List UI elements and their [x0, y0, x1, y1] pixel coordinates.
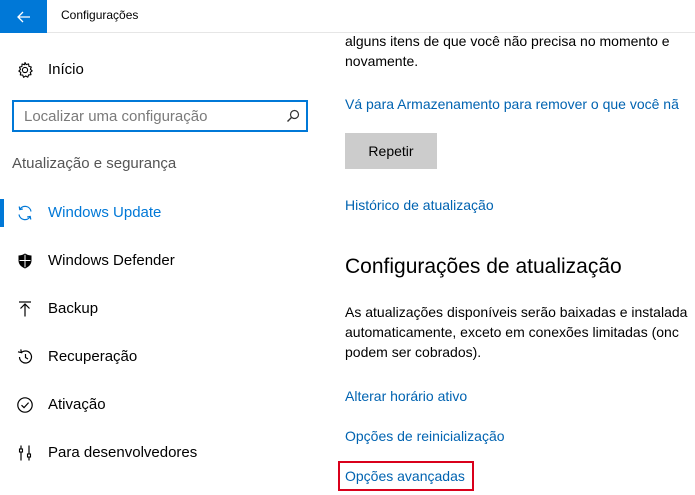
selection-indicator: [0, 199, 4, 227]
change-active-hours-link[interactable]: Alterar horário ativo: [345, 388, 467, 404]
title-bar: Configurações: [0, 0, 695, 33]
sidebar-item-home-label: Início: [48, 61, 84, 78]
sidebar-item-windows-defender[interactable]: Windows Defender: [0, 241, 322, 289]
sidebar-item-label: Backup: [48, 300, 99, 317]
sidebar: Início Atualização e segurança Windows U…: [0, 33, 322, 495]
sidebar-item-label: Recuperação: [48, 348, 138, 365]
sidebar-item-recovery[interactable]: Recuperação: [0, 337, 322, 385]
back-arrow-icon: [16, 11, 30, 22]
search-input[interactable]: [14, 102, 280, 130]
sidebar-nav-list: Windows Update Windows Defender Backup R…: [0, 193, 322, 481]
search-icon[interactable]: [286, 109, 300, 123]
main-content: alguns itens de que você não precisa no …: [322, 33, 695, 495]
intro-text-line: alguns itens de que você não precisa no …: [345, 33, 670, 49]
history-icon: [17, 349, 33, 364]
storage-link[interactable]: Vá para Armazenamento para remover o que…: [345, 96, 679, 112]
gear-icon: [18, 61, 33, 78]
sidebar-item-windows-update[interactable]: Windows Update: [0, 193, 322, 241]
check-circle-icon: [17, 397, 33, 413]
advanced-options-link[interactable]: Opções avançadas: [345, 468, 465, 484]
settings-window: Configurações Início Atualização e segur…: [0, 0, 695, 495]
description-text-line: podem ser cobrados).: [345, 344, 482, 360]
update-history-link[interactable]: Histórico de atualização: [345, 197, 494, 213]
sync-icon: [18, 205, 32, 221]
window-title: Configurações: [61, 8, 139, 22]
sidebar-item-backup[interactable]: Backup: [0, 289, 322, 337]
developer-tools-icon: [18, 445, 32, 461]
back-button[interactable]: [0, 0, 47, 33]
sidebar-item-label: Windows Defender: [48, 252, 175, 269]
sidebar-item-activation[interactable]: Ativação: [0, 385, 322, 433]
backup-arrow-icon: [19, 301, 31, 317]
description-text-line: automaticamente, exceto em conexões limi…: [345, 324, 679, 340]
sidebar-item-label: Ativação: [48, 396, 106, 413]
intro-text-line: novamente.: [345, 53, 419, 69]
sidebar-item-label: Windows Update: [48, 204, 162, 221]
restart-options-link[interactable]: Opções de reinicialização: [345, 428, 505, 444]
update-settings-title: Configurações de atualização: [345, 255, 622, 278]
section-header: Atualização e segurança: [12, 155, 177, 172]
shield-icon: [18, 253, 32, 269]
sidebar-item-developers[interactable]: Para desenvolvedores: [0, 433, 322, 481]
sidebar-item-label: Para desenvolvedores: [48, 444, 198, 461]
description-text-line: As atualizações disponíveis serão baixad…: [345, 304, 688, 320]
retry-button[interactable]: Repetir: [345, 133, 437, 169]
search-box[interactable]: [12, 100, 308, 132]
sidebar-item-home[interactable]: Início: [0, 53, 322, 85]
